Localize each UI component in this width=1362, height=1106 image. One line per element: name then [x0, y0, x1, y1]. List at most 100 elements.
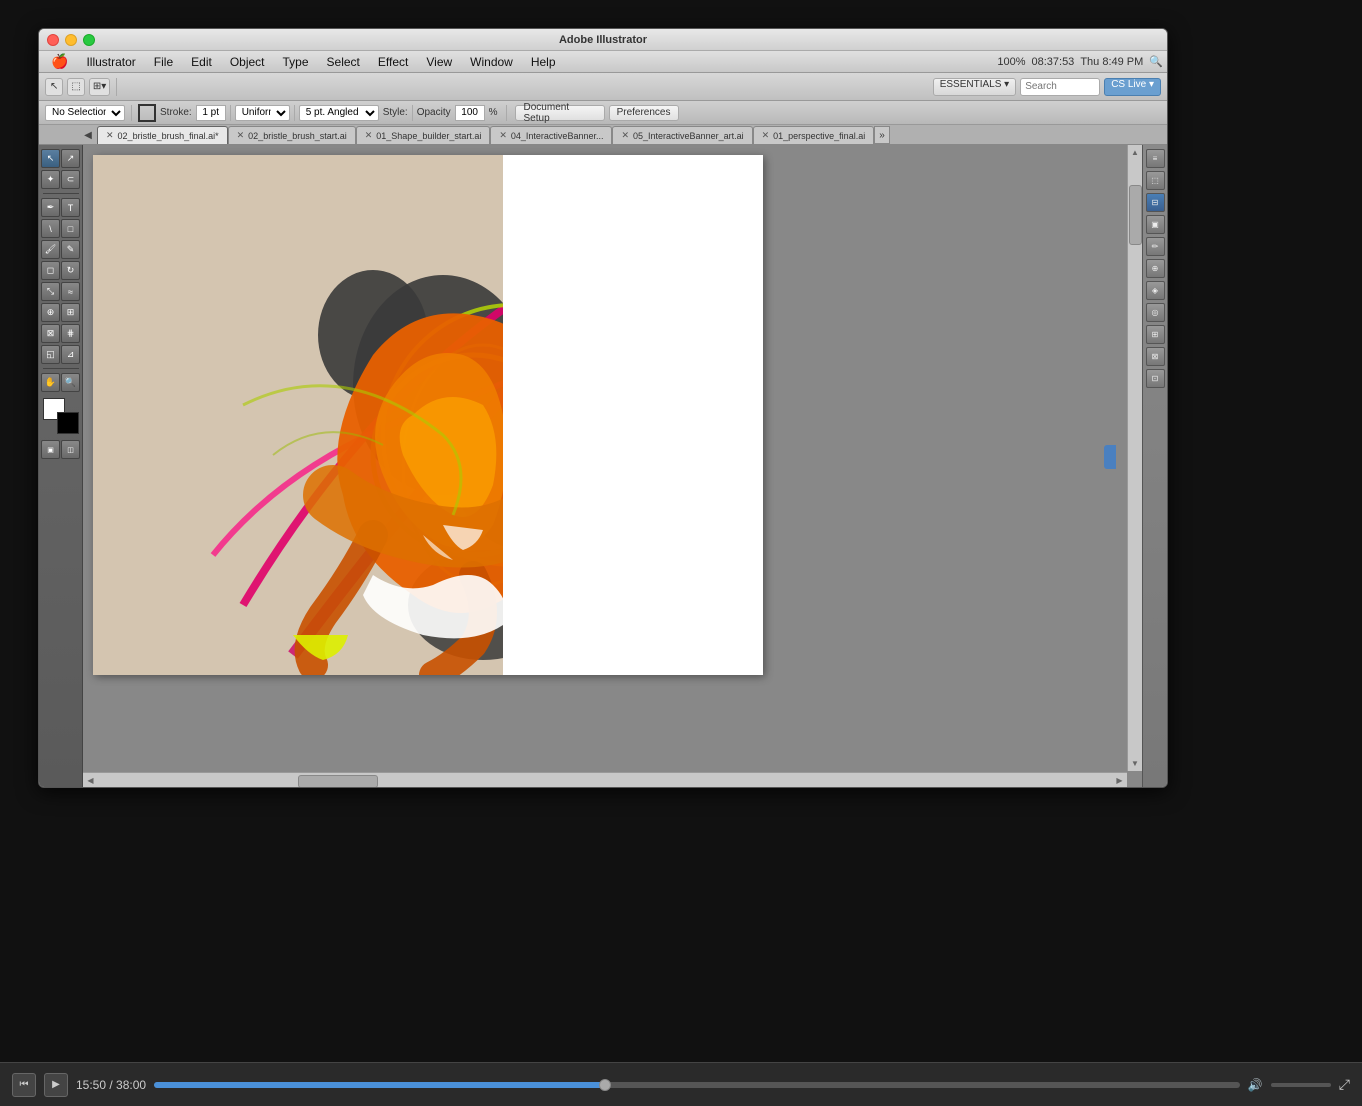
menu-edit[interactable]: Edit [183, 53, 220, 71]
apple-menu[interactable]: 🍎 [43, 53, 76, 70]
menu-effect[interactable]: Effect [370, 53, 416, 71]
stroke-input[interactable] [196, 105, 226, 121]
tool-symbol[interactable]: ⊞ [61, 303, 80, 322]
scroll-v-down[interactable]: ▼ [1128, 756, 1142, 771]
tool-hand[interactable]: ✋ [41, 373, 60, 392]
tab-0[interactable]: ✕ 02_bristle_brush_final.ai* [97, 126, 228, 144]
panel-swatches[interactable]: ▣ [1146, 215, 1165, 234]
tab-2[interactable]: ✕ 01_Shape_builder_start.ai [356, 126, 491, 144]
panel-align[interactable]: ⊞ [1146, 325, 1165, 344]
volume-bar[interactable] [1271, 1083, 1331, 1087]
expand-icon[interactable]: ⤢ [1339, 1076, 1350, 1093]
close-button[interactable] [47, 34, 59, 46]
selection-dropdown[interactable]: No Selection [45, 105, 125, 121]
scroll-v-up[interactable]: ▲ [1128, 145, 1142, 160]
tab-5[interactable]: ✕ 01_perspective_final.ai [753, 126, 875, 144]
maximize-button[interactable] [83, 34, 95, 46]
document-setup-btn[interactable]: Document Setup [515, 105, 605, 121]
panel-brushes[interactable]: ✏ [1146, 237, 1165, 256]
panel-graphic-styles[interactable]: ◈ [1146, 281, 1165, 300]
panel-layers[interactable]: ≡ [1146, 149, 1165, 168]
video-progress-bar[interactable] [154, 1082, 1240, 1088]
tool-scale[interactable]: ⤡ [41, 282, 60, 301]
tool-row-11: ✋ 🔍 [41, 373, 80, 392]
menu-type[interactable]: Type [275, 53, 317, 71]
minimize-button[interactable] [65, 34, 77, 46]
scroll-h-right[interactable]: ▶ [1112, 774, 1127, 787]
panel-appearance[interactable]: ◎ [1146, 303, 1165, 322]
panel-pathfinder[interactable]: ⊡ [1146, 369, 1165, 388]
tab-left-arrow[interactable]: ◀ [79, 126, 97, 144]
tool-rect[interactable]: □ [61, 219, 80, 238]
panel-transform[interactable]: ⊠ [1146, 347, 1165, 366]
panel-artboards[interactable]: ⬚ [1146, 171, 1165, 190]
tab-more[interactable]: » [874, 126, 890, 144]
tool-column-graph[interactable]: ⊠ [41, 324, 60, 343]
fill-swatch[interactable] [138, 104, 156, 122]
tool-eraser[interactable]: ◻ [41, 261, 60, 280]
tool-pen[interactable]: ✒ [41, 198, 60, 217]
menu-window[interactable]: Window [462, 53, 521, 71]
tab-3[interactable]: ✕ 04_InteractiveBanner... [490, 126, 612, 144]
brush-dropdown[interactable]: 5 pt. Angled [299, 105, 379, 121]
tool-row-9: ⊠ ⋕ [41, 324, 80, 343]
menu-select[interactable]: Select [319, 53, 368, 71]
tab-close-2[interactable]: ✕ [365, 130, 373, 141]
tool-eyedropper[interactable]: ⊿ [61, 345, 80, 364]
tab-close-5[interactable]: ✕ [762, 130, 770, 141]
tool-type[interactable]: T [61, 198, 80, 217]
search-input[interactable] [1020, 78, 1100, 96]
search-icon[interactable]: 🔍 [1149, 55, 1163, 68]
panel-symbols[interactable]: ⊕ [1146, 259, 1165, 278]
canvas-area[interactable]: ▲ ▼ ◀ ▶ [83, 145, 1142, 787]
video-progress-thumb[interactable] [599, 1079, 611, 1091]
tool-direct-select[interactable]: ↗ [61, 149, 80, 168]
tab-close-0[interactable]: ✕ [106, 130, 114, 141]
menu-view[interactable]: View [418, 53, 460, 71]
video-progress-fill [154, 1082, 605, 1088]
essentials-btn[interactable]: ESSENTIALS ▾ [933, 78, 1017, 96]
tool-select[interactable]: ↖ [41, 149, 60, 168]
tab-close-3[interactable]: ✕ [499, 130, 507, 141]
tool-draw-behind[interactable]: ◫ [61, 440, 80, 459]
menu-help[interactable]: Help [523, 53, 564, 71]
preferences-btn[interactable]: Preferences [609, 105, 679, 121]
scroll-h-left[interactable]: ◀ [83, 774, 98, 787]
tab-close-1[interactable]: ✕ [237, 130, 245, 141]
right-panel-toggle[interactable] [1104, 445, 1116, 469]
video-rewind-btn[interactable]: ⏮ [12, 1073, 36, 1097]
menu-object[interactable]: Object [222, 53, 273, 71]
tool-lasso[interactable]: ⊂ [61, 170, 80, 189]
scroll-thumb-horizontal[interactable] [298, 775, 378, 788]
tool-gradient[interactable]: ◱ [41, 345, 60, 364]
tool-zoom[interactable]: 🔍 [61, 373, 80, 392]
tool-warp[interactable]: ≈ [61, 282, 80, 301]
stroke-type-dropdown[interactable]: Uniform [235, 105, 290, 121]
tool-mesh[interactable]: ⋕ [61, 324, 80, 343]
menu-illustrator[interactable]: Illustrator [78, 53, 143, 71]
stroke-color[interactable] [57, 412, 79, 434]
scroll-h-track[interactable] [98, 774, 1112, 787]
tool-paintbrush[interactable]: 🖌 [41, 240, 60, 259]
tab-4[interactable]: ✕ 05_InteractiveBanner_art.ai [612, 126, 752, 144]
tool-line[interactable]: \ [41, 219, 60, 238]
cs-live-btn[interactable]: CS Live ▾ [1104, 78, 1161, 96]
panel-links[interactable]: ⊟ [1146, 193, 1165, 212]
tool-pencil[interactable]: ✎ [61, 240, 80, 259]
opacity-input[interactable] [455, 105, 485, 121]
tool-rotate[interactable]: ↻ [61, 261, 80, 280]
tab-1[interactable]: ✕ 02_bristle_brush_start.ai [228, 126, 356, 144]
artboard-mode[interactable]: ⬚ [67, 78, 84, 96]
tool-row-7: ⤡ ≈ [41, 282, 80, 301]
grid-toggle[interactable]: ⊞▾ [89, 78, 110, 96]
tool-blend[interactable]: ⊕ [41, 303, 60, 322]
horizontal-scrollbar[interactable]: ◀ ▶ [83, 772, 1127, 787]
video-play-btn[interactable]: ▶ [44, 1073, 68, 1097]
tab-close-4[interactable]: ✕ [621, 130, 629, 141]
vertical-scrollbar[interactable]: ▲ ▼ [1127, 145, 1142, 771]
scroll-thumb-vertical[interactable] [1129, 185, 1142, 245]
title-bar: Adobe Illustrator [39, 29, 1167, 51]
tool-magic-wand[interactable]: ✦ [41, 170, 60, 189]
menu-file[interactable]: File [146, 53, 181, 71]
tool-draw-normal[interactable]: ▣ [41, 440, 60, 459]
